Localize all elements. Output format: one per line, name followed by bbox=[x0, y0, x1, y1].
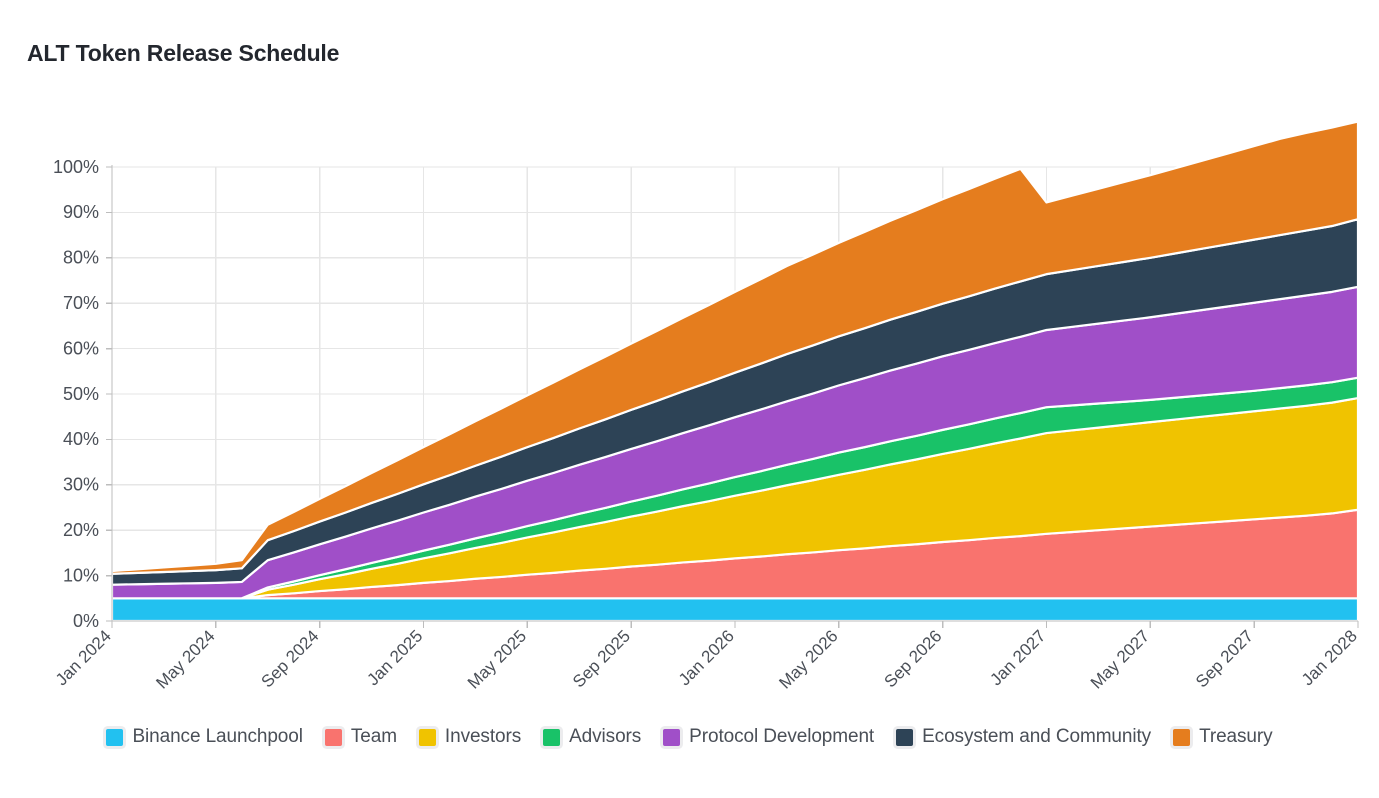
chart-legend: Binance Launchpool Team Investors Advisors P… bbox=[0, 726, 1379, 748]
y-tick-label: 20% bbox=[63, 520, 99, 540]
y-axis-tick-labels: 0% 10% 20% 30% 40% 50% 60% 70% 80% 90% 100% bbox=[53, 157, 99, 631]
x-tick-label: Sep 2026 bbox=[881, 626, 946, 691]
legend-item[interactable]: Treasury bbox=[1173, 726, 1273, 748]
x-tick-label: May 2027 bbox=[1087, 626, 1153, 692]
legend-item[interactable]: Advisors bbox=[543, 726, 641, 748]
stacked-area-chart: 0% 10% 20% 30% 40% 50% 60% 70% 80% 90% 100% Jan 20… bbox=[52, 120, 1361, 693]
legend-swatch-icon bbox=[106, 728, 124, 746]
legend-item-label: Team bbox=[350, 726, 397, 747]
y-tick-label: 90% bbox=[63, 202, 99, 222]
legend-swatch-icon bbox=[896, 728, 914, 746]
legend-item[interactable]: Ecosystem and Community bbox=[896, 726, 1151, 748]
y-tick-label: 50% bbox=[63, 384, 99, 404]
legend-item-label: Treasury bbox=[1199, 726, 1273, 747]
legend-item-label: Investors bbox=[444, 726, 522, 747]
area-series-binance-launchpool bbox=[110, 597, 1360, 623]
y-tick-label: 40% bbox=[63, 429, 99, 449]
x-tick-label: Sep 2025 bbox=[569, 626, 634, 691]
legend-item[interactable]: Investors bbox=[418, 726, 522, 748]
legend-item-label: Advisors bbox=[569, 726, 642, 747]
legend-swatch-icon bbox=[543, 728, 561, 746]
y-tick-label: 10% bbox=[63, 565, 99, 585]
x-tick-label: Jan 2028 bbox=[1298, 626, 1361, 689]
x-tick-label: May 2024 bbox=[152, 626, 218, 692]
y-tick-label: 0% bbox=[73, 611, 99, 631]
legend-item-label: Protocol Development bbox=[689, 726, 875, 747]
legend-item-label: Binance Launchpool bbox=[132, 726, 303, 747]
legend-swatch-icon bbox=[663, 728, 681, 746]
y-tick-label: 100% bbox=[53, 157, 99, 177]
y-tick-label: 30% bbox=[63, 475, 99, 495]
chart-container: ALT Token Release Schedule 0% 10% 20% 30% 40… bbox=[0, 0, 1379, 798]
legend-swatch-icon bbox=[1173, 728, 1191, 746]
x-axis-tick-labels: Jan 2024 May 2024 Sep 2024 Jan 2025 May 2025… bbox=[52, 626, 1361, 692]
legend-item-label: Ecosystem and Community bbox=[922, 726, 1152, 747]
x-tick-label: May 2026 bbox=[775, 626, 841, 692]
x-tick-label: May 2025 bbox=[464, 626, 530, 692]
x-tick-label: Jan 2024 bbox=[52, 626, 115, 689]
y-tick-label: 80% bbox=[63, 248, 99, 268]
x-tick-label: Jan 2027 bbox=[986, 626, 1049, 689]
legend-item[interactable]: Binance Launchpool bbox=[106, 726, 303, 748]
x-tick-label: Jan 2026 bbox=[675, 626, 738, 689]
y-tick-label: 60% bbox=[63, 338, 99, 358]
legend-item[interactable]: Team bbox=[324, 726, 397, 748]
x-tick-label: Jan 2025 bbox=[363, 626, 426, 689]
legend-item[interactable]: Protocol Development bbox=[663, 726, 874, 748]
legend-swatch-icon bbox=[418, 728, 436, 746]
x-tick-label: Sep 2027 bbox=[1192, 626, 1257, 691]
legend-swatch-icon bbox=[324, 728, 342, 746]
x-tick-label: Sep 2024 bbox=[258, 626, 323, 691]
y-tick-label: 70% bbox=[63, 293, 99, 313]
